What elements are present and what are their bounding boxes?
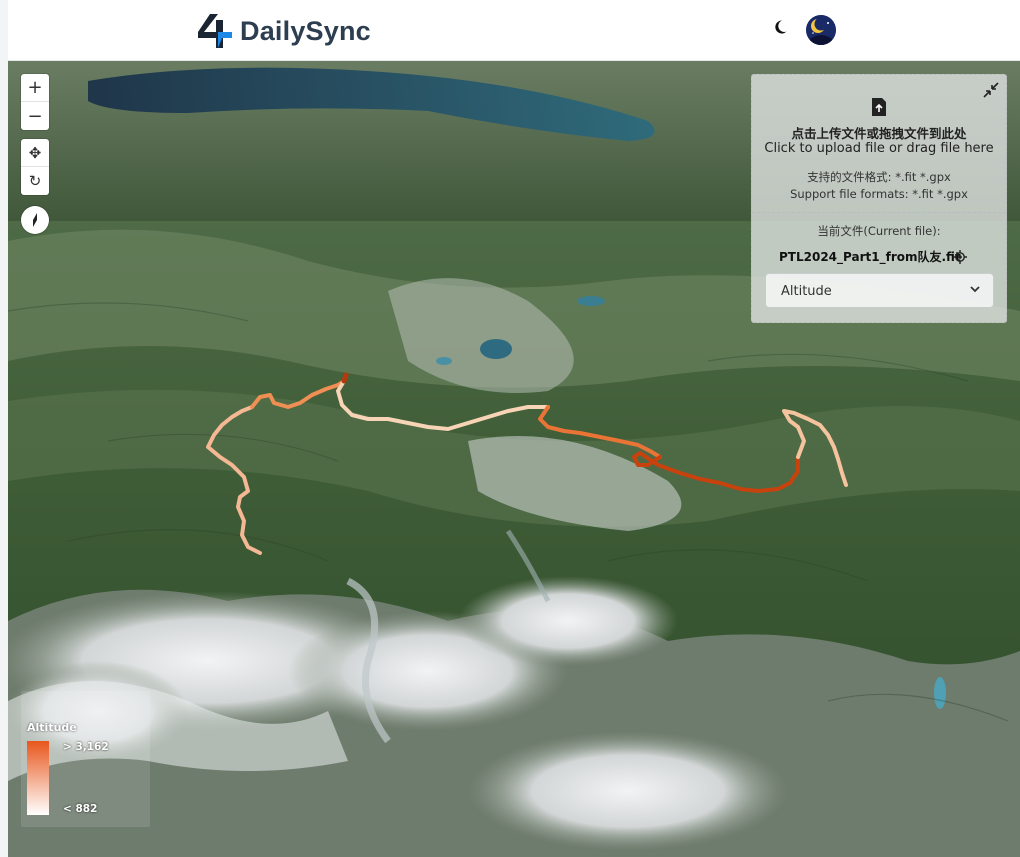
metric-select[interactable]: Altitude: [765, 273, 994, 308]
compass-icon: [33, 213, 37, 227]
current-file-name: PTL2024_Part1_from队友.fit: [779, 250, 961, 264]
zoom-in-button[interactable]: +: [21, 74, 49, 102]
view-controls: ✥ ↻: [21, 139, 49, 195]
panel-divider: [752, 212, 1006, 213]
zoom-controls: + −: [21, 74, 49, 130]
altitude-legend: Altitude > 3,162 < 882: [21, 691, 150, 827]
collapse-icon[interactable]: [983, 82, 999, 98]
moon-icon: [775, 20, 787, 34]
user-avatar[interactable]: [806, 15, 836, 45]
rotate-button[interactable]: ↻: [21, 167, 49, 195]
chevron-down-icon: [970, 286, 980, 293]
legend-color-bar: [27, 741, 49, 815]
legend-title: Altitude: [27, 721, 77, 734]
upload-title-zh: 点击上传文件或拖拽文件到此处: [791, 126, 967, 141]
zoom-out-button[interactable]: −: [21, 102, 49, 130]
upload-file-icon: [872, 98, 886, 116]
supported-formats-en: Support file formats: *.fit *.gpx: [790, 187, 968, 201]
upload-panel[interactable]: 点击上传文件或拖拽文件到此处 Click to upload file or d…: [751, 74, 1007, 323]
legend-max-label: > 3,162: [63, 741, 109, 753]
current-file-label: 当前文件(Current file):: [817, 224, 941, 238]
logo[interactable]: DailySync: [196, 12, 371, 50]
dark-mode-toggle[interactable]: [774, 18, 792, 39]
pan-button[interactable]: ✥: [21, 139, 49, 167]
compass-button[interactable]: [21, 206, 49, 234]
metric-select-value: Altitude: [781, 284, 832, 299]
supported-formats-zh: 支持的文件格式: *.fit *.gpx: [807, 170, 951, 184]
locate-icon[interactable]: [953, 250, 967, 264]
app-header: DailySync: [8, 0, 1020, 61]
app-name: DailySync: [240, 15, 371, 46]
avatar-image: [806, 15, 836, 45]
map-canvas[interactable]: + − ✥ ↻ 点击上传文件或拖拽文件到此处 Click to upload f…: [8, 61, 1020, 857]
logo-icon: [198, 14, 232, 48]
legend-min-label: < 882: [63, 803, 98, 815]
upload-title-en: Click to upload file or drag file here: [764, 141, 994, 156]
